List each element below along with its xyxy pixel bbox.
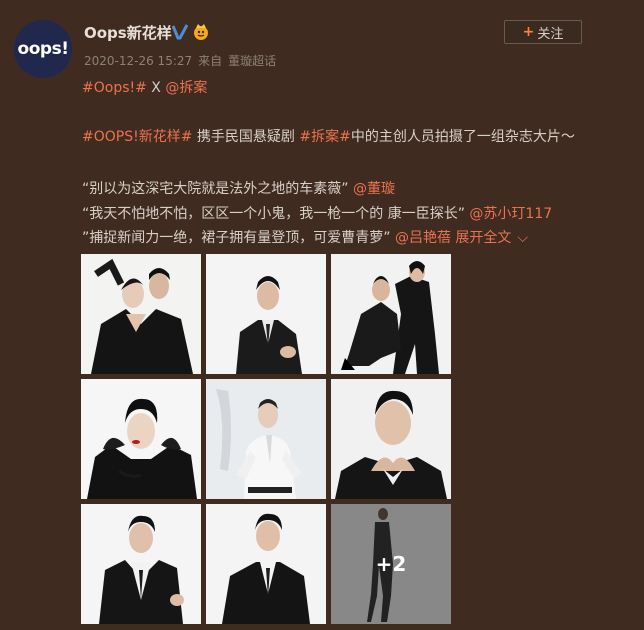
- photo-image: [81, 504, 201, 624]
- expand-label: 展开全文: [450, 230, 512, 246]
- photo-thumbnail-9[interactable]: +2: [331, 504, 451, 624]
- post-timestamp[interactable]: 2020-12-26 15:27: [84, 54, 192, 68]
- photo-image: [81, 379, 201, 499]
- hashtag-oops-xinhuayang[interactable]: #OOPS!新花样#: [82, 129, 192, 145]
- weibo-post-card: oops! Oops新花样 2020-12-26 15:27 来自 董璇超话 + 关注…: [0, 0, 644, 630]
- photo-thumbnail-2[interactable]: [206, 254, 326, 374]
- text: 中的主创人员拍摄了一组杂志大片～: [350, 129, 575, 145]
- post-text-line-1: #Oops!# X @拆案: [82, 77, 207, 97]
- photo-image: [206, 504, 326, 624]
- verified-icon: [172, 24, 188, 40]
- mention-suxiaoding[interactable]: @苏小玎117: [469, 206, 552, 222]
- photo-image: [206, 379, 326, 499]
- follow-button[interactable]: + 关注: [504, 20, 582, 44]
- post-text-line-3: “别以为这深宅大院就是法外之地的车素薇” @董璇: [82, 178, 395, 198]
- chevron-down-icon: ⌵: [517, 230, 529, 246]
- post-source[interactable]: 董璇超话: [228, 54, 276, 68]
- user-name[interactable]: Oops新花样: [84, 22, 172, 43]
- photo-image: [331, 254, 451, 374]
- text: X: [146, 80, 166, 96]
- follow-label: 关注: [537, 26, 564, 42]
- photo-image: [206, 254, 326, 374]
- hashtag-oops[interactable]: #Oops!#: [82, 80, 147, 96]
- photo-thumbnail-8[interactable]: [206, 504, 326, 624]
- mention-dongxuan[interactable]: @董璇: [353, 181, 395, 197]
- photo-thumbnail-6[interactable]: [331, 379, 451, 499]
- photo-thumbnail-7[interactable]: [81, 504, 201, 624]
- text: ”捕捉新闻力一绝，裙子拥有量登顶，可爱曹青萝”: [82, 230, 395, 246]
- plus-icon: +: [522, 24, 535, 40]
- photo-thumbnail-3[interactable]: [331, 254, 451, 374]
- photo-image: [81, 254, 201, 374]
- text: “别以为这深宅大院就是法外之地的车素薇”: [82, 181, 353, 197]
- photo-thumbnail-4[interactable]: [81, 379, 201, 499]
- post-text-line-2: #OOPS!新花样# 携手民国悬疑剧 #拆案#中的主创人员拍摄了一组杂志大片～: [82, 126, 575, 146]
- photo-image: [331, 379, 451, 499]
- post-text-line-5: ”捕捉新闻力一绝，裙子拥有量登顶，可爱曹青萝” @吕艳蓓 展开全文 ⌵: [82, 227, 528, 247]
- photo-thumbnail-1[interactable]: [81, 254, 201, 374]
- more-photos-overlay[interactable]: +2: [331, 504, 451, 624]
- text: “我天不怕地不怕，区区一个小鬼，我一枪一个的 康一臣探长”: [82, 206, 470, 222]
- photo-thumbnail-5[interactable]: [206, 379, 326, 499]
- mention-lvyanbei[interactable]: @吕艳蓓: [395, 230, 451, 246]
- vip-icon: [194, 24, 208, 40]
- text: 携手民国悬疑剧: [192, 129, 300, 145]
- source-prefix: 来自: [198, 54, 223, 68]
- avatar[interactable]: oops!: [14, 20, 72, 78]
- expand-full-text-link[interactable]: 展开全文 ⌵: [451, 230, 528, 246]
- hashtag-chaian[interactable]: #拆案#: [299, 129, 350, 145]
- post-text-line-4: “我天不怕地不怕，区区一个小鬼，我一枪一个的 康一臣探长” @苏小玎117: [82, 203, 552, 223]
- mention-chaian[interactable]: @拆案: [165, 80, 207, 96]
- post-meta: 2020-12-26 15:27 来自 董璇超话: [84, 52, 282, 69]
